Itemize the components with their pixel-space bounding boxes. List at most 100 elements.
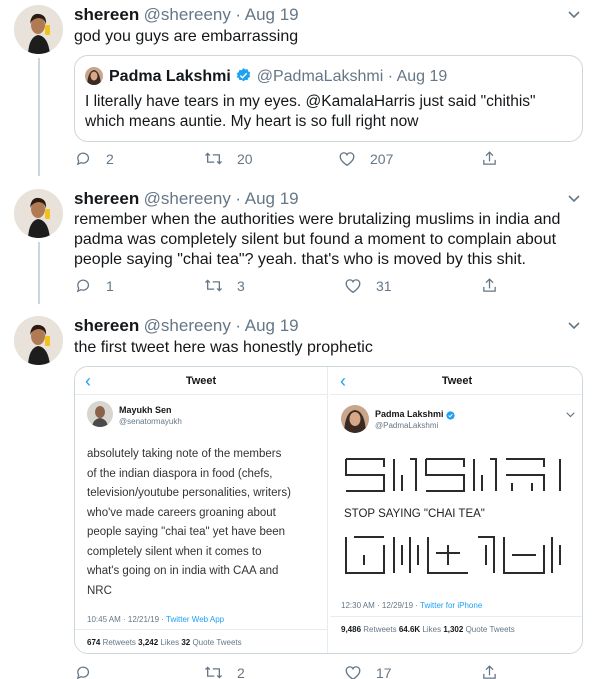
- embedded-time: 10:45 AM · 12/21/19 ·: [87, 615, 167, 624]
- reply-icon: [76, 279, 90, 293]
- like-icon: [345, 666, 361, 679]
- share-icon[interactable]: [481, 150, 498, 167]
- stat-label: Retweets: [361, 625, 399, 634]
- attached-image[interactable]: ‹ Tweet Mayukh Sen @senatormayukh absolu…: [74, 366, 583, 654]
- divider: [330, 616, 582, 617]
- embedded-timestamp: 12:30 AM · 12/29/19 · Twitter for iPhone: [341, 601, 482, 610]
- reply-count: 2: [106, 150, 114, 167]
- embedded-handle: @PadmaLakshmi: [375, 421, 439, 430]
- retweet-count: 2: [237, 664, 245, 679]
- reply-button[interactable]: 1: [75, 277, 114, 294]
- embedded-time: 12:30 AM · 12/29/19 ·: [341, 601, 421, 610]
- embedded-line: who've made careers groaning about: [87, 506, 276, 519]
- embedded-line: absolutely taking note of the members: [87, 448, 282, 460]
- tweet-text: the first tweet here was honestly prophe…: [74, 339, 373, 356]
- like-button[interactable]: 31: [344, 277, 392, 294]
- embedded-timestamp: 10:45 AM · 12/21/19 · Twitter Web App: [87, 615, 224, 624]
- embedded-author: Padma Lakshmi: [375, 409, 455, 420]
- reply-icon: [76, 152, 90, 166]
- divider: [75, 629, 327, 630]
- like-icon: [339, 152, 355, 167]
- quoted-tweet[interactable]: Padma Lakshmi @PadmaLakshmi · Aug 19 I l…: [74, 55, 583, 142]
- like-count: 17: [376, 664, 392, 679]
- like-count: 207: [370, 150, 394, 167]
- embedded-stats: 9,486 Retweets 64.6K Likes 1,302 Quote T…: [341, 625, 515, 634]
- tweet-date[interactable]: · Aug 19: [235, 189, 298, 208]
- retweet-count: 20: [237, 150, 253, 167]
- embedded-text: absolutely taking note of the members of…: [87, 445, 291, 601]
- tweet-text-line-3: people saying "chai tea"? yeah. that's w…: [74, 251, 526, 268]
- screenshot-title: Tweet: [185, 375, 217, 387]
- avatar[interactable]: [14, 189, 63, 238]
- like-button[interactable]: 207: [338, 150, 393, 167]
- quote-avatar: [85, 67, 103, 85]
- retweet-icon: [204, 152, 223, 165]
- embedded-quotes: 1,302: [443, 625, 464, 634]
- tweet-header: shereen @shereeny · Aug 19: [74, 189, 299, 209]
- embedded-quotes: 32: [181, 638, 191, 647]
- reply-button[interactable]: 2: [75, 150, 114, 167]
- screenshot-right: ‹ Tweet Padma Lakshmi @PadmaLakshmi STOP…: [330, 367, 582, 653]
- share-icon[interactable]: [481, 664, 498, 679]
- retweet-button[interactable]: 3: [204, 277, 245, 294]
- retweet-icon: [204, 279, 223, 292]
- chevron-down-icon: [566, 412, 575, 418]
- embedded-line: NRC: [87, 584, 112, 597]
- avatar: [87, 401, 113, 427]
- tweet-text-line-2: padma was completely silent but found a …: [74, 231, 557, 248]
- author-handle[interactable]: @shereeny: [144, 189, 231, 208]
- verified-icon: [446, 411, 455, 420]
- stat-label: Quote Tweets: [463, 625, 515, 634]
- share-icon[interactable]: [481, 277, 498, 294]
- embedded-retweets: 9,486: [341, 625, 362, 634]
- author-name[interactable]: shereen: [74, 189, 139, 208]
- author-handle[interactable]: @shereeny: [144, 316, 231, 335]
- like-count: 31: [376, 277, 392, 294]
- stat-label: Likes: [158, 638, 182, 647]
- embedded-stats: 674 Retweets 3,242 Likes 32 Quote Tweets: [87, 638, 242, 647]
- embedded-line: completely silent when it comes to: [87, 545, 262, 558]
- avatar: [341, 405, 369, 433]
- retweet-count: 3: [237, 277, 245, 294]
- embedded-retweets: 674: [87, 638, 101, 647]
- tweet-header: shereen @shereeny · Aug 19: [74, 316, 299, 336]
- tweet-date[interactable]: · Aug 19: [235, 316, 298, 335]
- thread-line: [38, 242, 40, 304]
- retweet-button[interactable]: 2: [204, 664, 245, 679]
- screenshot-header: ‹ Tweet: [330, 367, 582, 395]
- embedded-client: Twitter Web App: [166, 615, 225, 624]
- reply-button[interactable]: [75, 664, 106, 679]
- embedded-line: of the indian diaspora in food (chefs,: [87, 467, 273, 480]
- quote-author-name: Padma Lakshmi: [109, 68, 231, 85]
- screenshot-title: Tweet: [441, 375, 473, 387]
- reply-icon: [76, 666, 90, 679]
- quote-author-handle: @PadmaLakshmi: [256, 68, 384, 85]
- tweet-text: god you guys are embarrassing: [74, 28, 299, 45]
- screenshot-header: ‹ Tweet: [75, 367, 327, 395]
- embedded-line: television/youtube personalities, writer…: [87, 487, 291, 499]
- embedded-line: people saying "chai tea" yet have been: [87, 526, 286, 538]
- stat-label: Quote Tweets: [190, 638, 242, 647]
- author-name[interactable]: shereen: [74, 316, 139, 335]
- embedded-handle: @senatormayukh: [119, 417, 182, 426]
- stat-label: Retweets: [100, 638, 139, 647]
- tweet-date[interactable]: · Aug 19: [235, 5, 298, 24]
- like-button[interactable]: 17: [344, 664, 392, 679]
- embedded-client: Twitter for iPhone: [420, 601, 483, 610]
- chevron-down-icon[interactable]: [568, 195, 580, 203]
- embedded-likes: 3,242: [138, 638, 159, 647]
- embedded-author: Mayukh Sen: [119, 405, 172, 415]
- embedded-author-name: Padma Lakshmi: [375, 409, 444, 419]
- embedded-caption: STOP SAYING "CHAI TEA": [344, 508, 485, 520]
- tweet-text-line-1: remember when the authorities were bruta…: [74, 211, 561, 228]
- avatar[interactable]: [14, 5, 63, 54]
- author-name[interactable]: shereen: [74, 5, 139, 24]
- chevron-down-icon[interactable]: [568, 322, 580, 330]
- chevron-down-icon[interactable]: [568, 11, 580, 19]
- retweet-icon: [204, 666, 223, 679]
- tweet-header: shereen @shereeny · Aug 19: [74, 5, 299, 25]
- avatar[interactable]: [14, 316, 63, 365]
- retweet-button[interactable]: 20: [204, 150, 253, 167]
- author-handle[interactable]: @shereeny: [144, 5, 231, 24]
- quote-date: · Aug 19: [387, 68, 448, 85]
